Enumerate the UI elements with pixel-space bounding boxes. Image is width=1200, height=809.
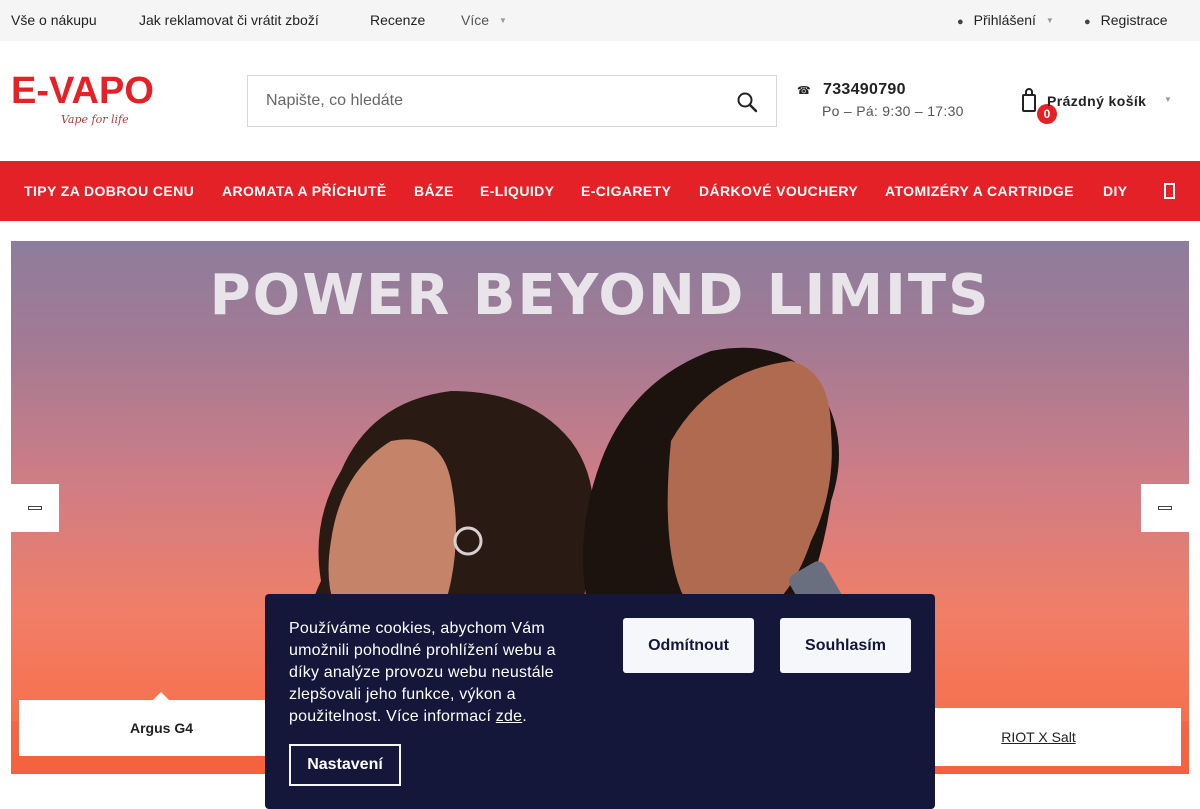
cookie-period: . (522, 708, 527, 725)
nav-item-atomizers[interactable]: Atomizéry a cartridge (885, 183, 1074, 199)
shopping-bag-icon (1022, 88, 1036, 112)
site-logo[interactable]: E-VAPO Vape for life (11, 69, 191, 129)
cart-button[interactable]: 0 Prázdný košík ▼ (1022, 85, 1182, 125)
slider-prev-button[interactable] (11, 484, 59, 532)
svg-text:E-VAPO: E-VAPO (11, 70, 154, 112)
cookie-more-info-link[interactable]: zde (496, 708, 522, 725)
cookie-accept-button[interactable]: Souhlasím (780, 618, 911, 673)
cookie-banner: Používáme cookies, abychom Vám umožnili … (265, 594, 935, 809)
user-icon: ● (957, 16, 964, 28)
phone-value: 733490790 (823, 81, 906, 98)
phone-icon: ☎ (797, 85, 812, 97)
cart-label: Prázdný košík (1047, 93, 1147, 109)
login-link[interactable]: ● Přihlášení ▼ (957, 12, 1054, 28)
slide-tab-label: Argus G4 (129, 720, 193, 736)
chevron-down-icon: ▼ (1164, 95, 1172, 104)
nav-item-bases[interactable]: Báze (414, 183, 454, 199)
opening-hours: Po – Pá: 9:30 – 17:30 (822, 103, 964, 119)
cookie-settings-button[interactable]: Nastavení (289, 744, 401, 786)
search-box (247, 75, 777, 127)
search-input[interactable] (248, 76, 708, 126)
nav-item-diy[interactable]: DIY (1103, 183, 1128, 199)
nav-item-vouchers[interactable]: Dárkové vouchery (699, 183, 858, 199)
topbar-more-label: Více (461, 12, 490, 28)
slide-tab-riot-x-salt[interactable]: RIOT X Salt (896, 708, 1181, 766)
arrow-left-icon (28, 506, 42, 510)
main-navigation: Tipy za dobrou cenu Aromata a příchutě B… (0, 161, 1200, 221)
chevron-down-icon: ▼ (1045, 16, 1054, 25)
topbar-more-menu[interactable]: Více ▼ (461, 12, 507, 28)
cookie-text: Používáme cookies, abychom Vám umožnili … (289, 618, 589, 728)
register-icon: ● (1084, 16, 1091, 28)
slider-next-button[interactable] (1141, 484, 1189, 532)
slide-tab-label: RIOT X Salt (1001, 729, 1076, 745)
topbar-link-shopping-info[interactable]: Vše o nákupu (11, 12, 97, 28)
nav-search-icon[interactable] (1163, 181, 1177, 201)
site-header: E-VAPO Vape for life ☎ 733490790 Po – Pá:… (0, 41, 1200, 161)
nav-item-eliquids[interactable]: E-liquidy (480, 183, 554, 199)
search-icon[interactable] (736, 91, 758, 113)
chevron-down-icon: ▼ (499, 16, 507, 25)
nav-item-ecigarettes[interactable]: E-cigarety (581, 183, 671, 199)
topbar-link-reviews[interactable]: Recenze (370, 12, 425, 28)
slide-tab-argus-g4[interactable]: Argus G4 (19, 692, 304, 756)
nav-item-tips[interactable]: Tipy za dobrou cenu (24, 183, 194, 199)
hero-headline: POWER BEYOND LIMITS (209, 263, 991, 328)
top-bar: Vše o nákupu Jak reklamovat či vrátit zb… (0, 0, 1200, 41)
svg-text:Vape for life: Vape for life (61, 113, 129, 126)
nav-item-aromas[interactable]: Aromata a příchutě (222, 183, 387, 199)
login-label: Přihlášení (973, 12, 1036, 28)
register-label: Registrace (1100, 12, 1168, 28)
active-tab-notch (152, 692, 170, 701)
topbar-link-returns[interactable]: Jak reklamovat či vrátit zboží (139, 12, 319, 28)
phone-number[interactable]: ☎ 733490790 (797, 81, 906, 99)
register-link[interactable]: ● Registrace (1084, 12, 1168, 28)
arrow-right-icon (1158, 506, 1172, 510)
cookie-reject-button[interactable]: Odmítnout (623, 618, 754, 673)
